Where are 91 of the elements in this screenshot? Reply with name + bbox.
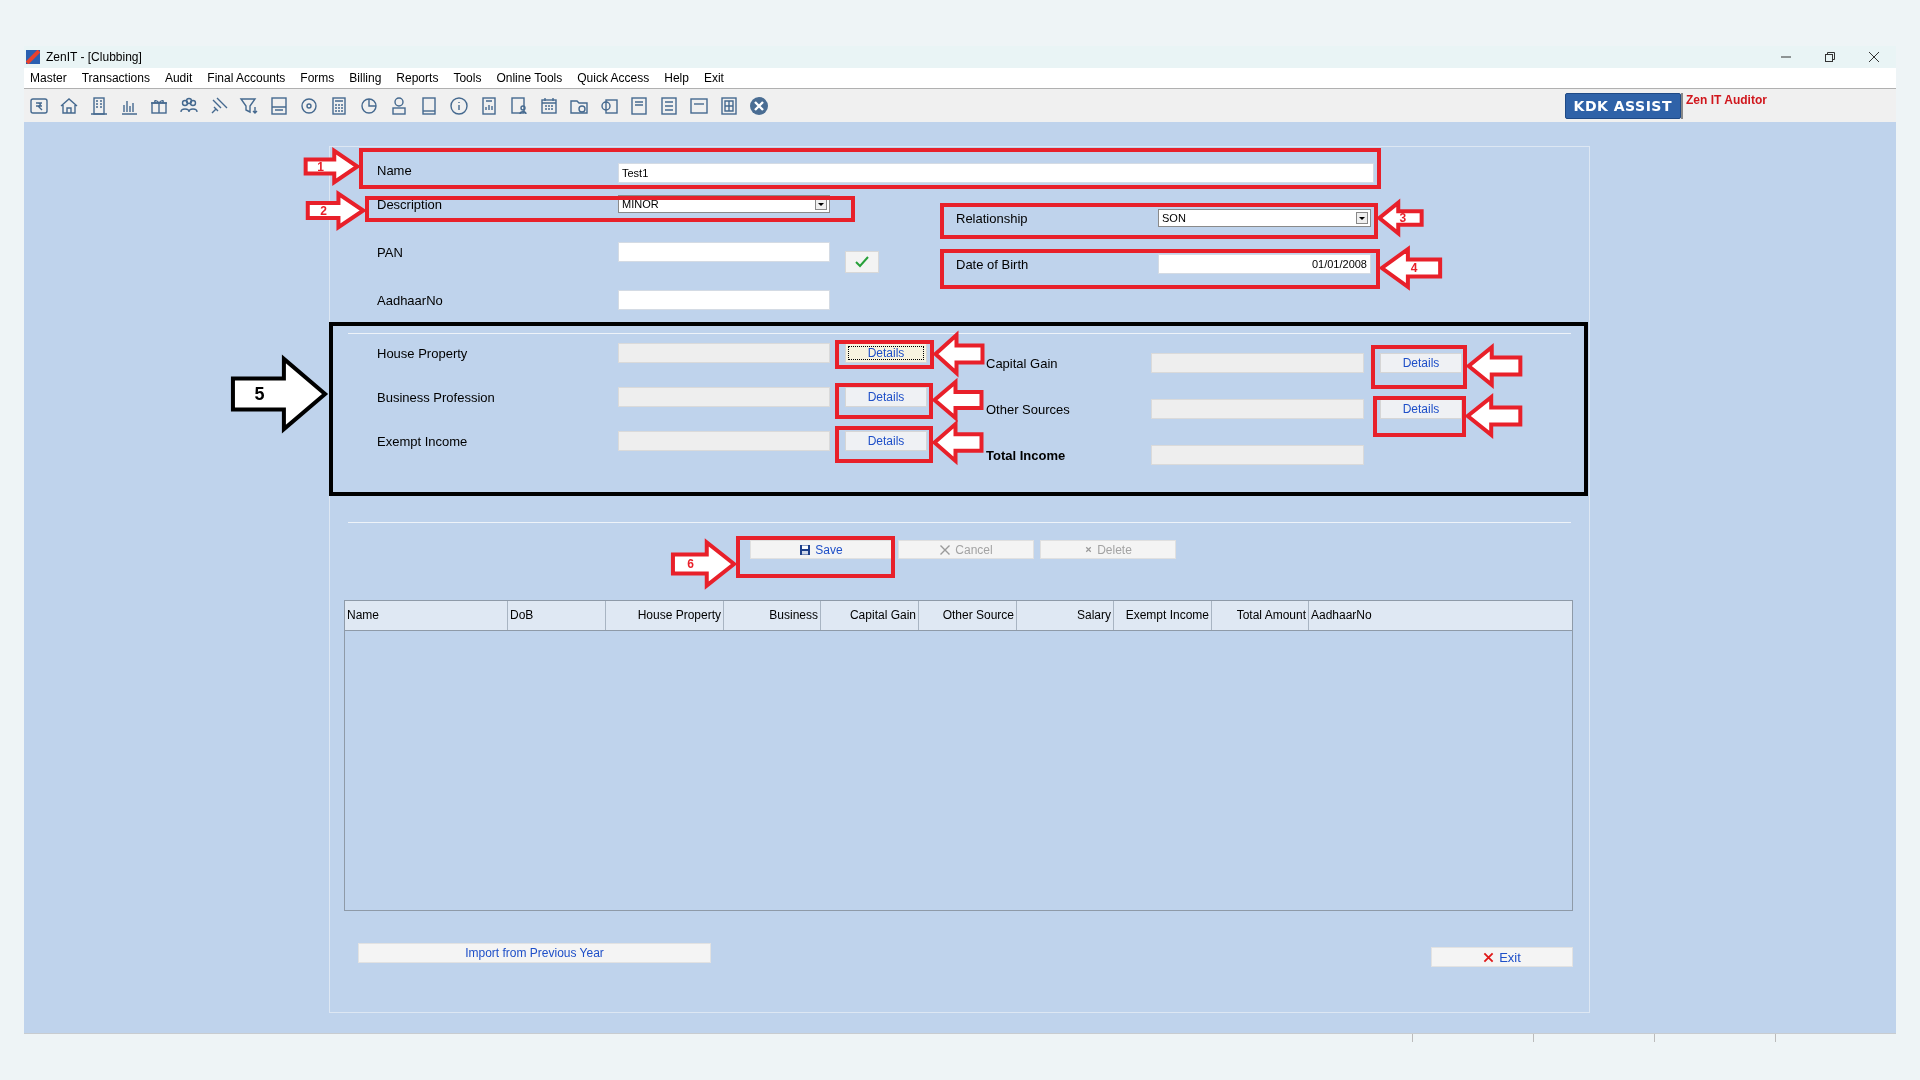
aadhaar-field[interactable]	[618, 290, 830, 310]
menu-item[interactable]: Help	[664, 71, 689, 85]
checkmark-icon	[854, 254, 870, 270]
caret-icon[interactable]	[1356, 212, 1368, 224]
restore-icon[interactable]	[1824, 51, 1836, 63]
column-header[interactable]: Total Amount	[1212, 601, 1309, 630]
user-card-icon[interactable]	[508, 94, 530, 117]
column-header[interactable]: DoB	[508, 601, 606, 630]
date-field[interactable]: 01/01/2008	[1158, 254, 1371, 274]
details-button[interactable]: Details	[845, 431, 927, 451]
field-label: Capital Gain	[986, 355, 1059, 371]
callout-number: 2	[320, 204, 328, 217]
product-label: Zen IT Auditor	[1681, 93, 1896, 119]
field-label: Date of Birth	[956, 256, 1030, 272]
form-icon[interactable]	[268, 94, 290, 117]
field-label: Business Profession	[377, 389, 496, 405]
field-label: Relationship	[956, 210, 1029, 226]
grid-document-icon[interactable]	[718, 94, 740, 117]
menu-item[interactable]: Billing	[349, 71, 382, 85]
details-button[interactable]: Details	[845, 343, 927, 363]
amount-field[interactable]	[618, 343, 830, 363]
info-icon[interactable]	[448, 94, 470, 117]
details-button[interactable]: Details	[845, 387, 927, 407]
app-logo-icon	[26, 50, 40, 64]
import-button[interactable]: Import from Previous Year	[358, 943, 711, 963]
pan-field[interactable]	[618, 242, 830, 262]
details-button[interactable]: Details	[1380, 353, 1462, 373]
arrow-icon	[1466, 395, 1522, 437]
field-label: Total Income	[986, 447, 1067, 463]
arrow-icon	[1380, 247, 1442, 289]
document-icon[interactable]	[658, 94, 680, 117]
callout-number: 1	[317, 160, 324, 173]
column-header[interactable]: Name	[345, 601, 508, 630]
arrow-icon	[1467, 345, 1522, 387]
menu-item[interactable]: Final Accounts	[207, 71, 286, 85]
column-header[interactable]: AadhaarNo	[1309, 601, 1572, 630]
arrow-icon	[306, 192, 365, 229]
arrow-icon	[230, 355, 328, 433]
document-icon[interactable]	[628, 94, 650, 117]
arrow-icon	[671, 540, 736, 588]
column-header[interactable]: Business	[724, 601, 821, 630]
field-label: AadhaarNo	[377, 292, 444, 308]
column-header[interactable]: Salary	[1017, 601, 1114, 630]
field-label: Name	[377, 162, 413, 178]
column-header[interactable]: House Property	[606, 601, 724, 630]
arrow-icon	[933, 422, 983, 463]
arrow-icon	[1378, 201, 1423, 235]
menu-item[interactable]: Exit	[703, 71, 724, 85]
arrow-icon	[304, 149, 359, 184]
callout-number: 5	[254, 385, 265, 403]
menu-item[interactable]: Quick Access	[577, 71, 650, 85]
amount-field[interactable]	[618, 431, 830, 451]
action-button[interactable]: Save	[750, 540, 892, 559]
amount-field[interactable]	[618, 387, 830, 407]
exit-button[interactable]: Exit	[1431, 947, 1573, 967]
cross-icon	[939, 543, 952, 556]
close-icon[interactable]	[1868, 51, 1880, 63]
callout-number: 6	[687, 558, 694, 570]
verify-button[interactable]	[845, 251, 879, 273]
arrow-icon	[934, 333, 984, 375]
menu-item[interactable]: Reports	[396, 71, 439, 85]
relationship-dropdown[interactable]: SON	[1158, 209, 1371, 227]
menu-item[interactable]: Forms	[300, 71, 335, 85]
window-title: ZenIT - [Clubbing]	[46, 50, 142, 64]
assist-button[interactable]: KDK ASSIST	[1564, 92, 1681, 119]
name-field[interactable]: Test1	[618, 163, 1374, 183]
column-header[interactable]: Other Source	[919, 601, 1017, 630]
callout-number: 3	[1399, 212, 1407, 224]
details-button[interactable]: Details	[1380, 399, 1462, 419]
cross-icon	[1483, 951, 1495, 963]
callout-number: 4	[1410, 262, 1418, 274]
amount-field[interactable]	[1151, 353, 1364, 373]
close-icon[interactable]	[748, 94, 770, 117]
amount-field[interactable]	[1151, 399, 1364, 419]
field-label: Exempt Income	[377, 433, 469, 449]
menu-item[interactable]: Audit	[164, 71, 193, 85]
column-header[interactable]: Exempt Income	[1114, 601, 1212, 630]
arrow-icon	[933, 380, 983, 420]
building-icon[interactable]	[88, 94, 110, 117]
menu-item[interactable]: Online Tools	[496, 71, 563, 85]
cross-icon	[1084, 545, 1094, 554]
menu-item[interactable]: Tools	[453, 71, 482, 85]
menu-item[interactable]: Transactions	[81, 71, 150, 85]
field-label: Description	[377, 196, 444, 212]
field-label: PAN	[377, 244, 404, 260]
column-header[interactable]: Capital Gain	[821, 601, 919, 630]
menu-item[interactable]: Master	[30, 71, 67, 85]
field-label: House Property	[377, 345, 469, 361]
field-label: Other Sources	[986, 401, 1071, 417]
caret-icon[interactable]	[815, 198, 827, 210]
amount-field[interactable]	[1151, 445, 1364, 465]
